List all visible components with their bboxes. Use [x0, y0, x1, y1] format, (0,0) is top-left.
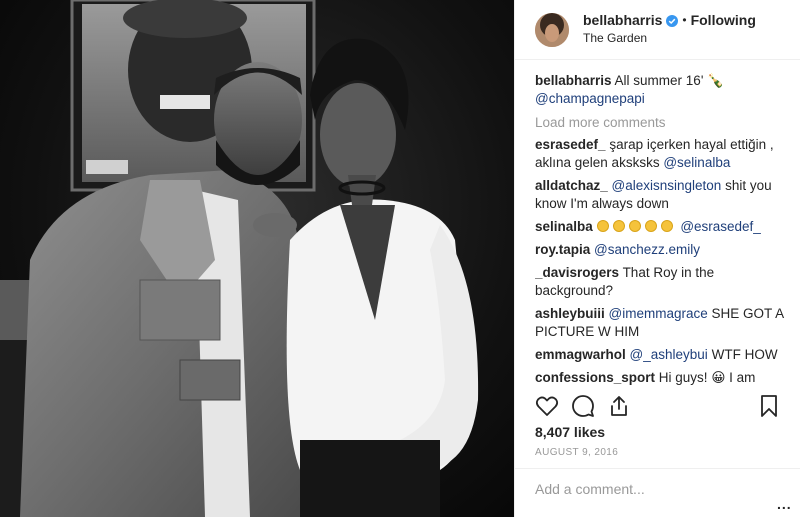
comment-username[interactable]: alldatchaz_ — [535, 178, 608, 193]
comment-item: confessions_sport Hi guys! 😀 I am going … — [535, 369, 790, 386]
comment-item: alldatchaz_ @alexisnsingleton shit you k… — [535, 177, 790, 213]
separator-dot: • — [682, 13, 687, 27]
comment-mention[interactable]: @sanchezz.emily — [594, 242, 700, 257]
comment-item: emmagwarhol @_ashleybui WTF HOW — [535, 346, 790, 364]
comment-mention[interactable]: @alexisnsingleton — [612, 178, 722, 193]
like-count[interactable]: 8,407 likes — [535, 424, 605, 440]
photo-illustration — [0, 0, 479, 517]
more-options-button[interactable]: ... — [777, 496, 792, 512]
post-window: bellabharris • Following The Garden bell… — [0, 0, 800, 517]
caption-username[interactable]: bellabharris — [535, 73, 612, 88]
comment-username[interactable]: confessions_sport — [535, 370, 655, 385]
post-side-panel: bellabharris • Following The Garden bell… — [514, 0, 800, 517]
emoji-row — [596, 219, 677, 234]
comments-list[interactable]: bellabharris All summer 16' 🍾 @champagne… — [535, 72, 790, 386]
comment-username[interactable]: emmagwarhol — [535, 347, 626, 362]
avatar[interactable] — [535, 12, 569, 47]
post-header: bellabharris • Following The Garden — [515, 0, 800, 60]
verified-badge-icon — [666, 14, 679, 27]
caption-text: All summer 16' 🍾 — [614, 73, 724, 88]
comment-mention[interactable]: @selinalba — [663, 155, 730, 170]
heart-icon[interactable] — [535, 394, 559, 418]
following-button[interactable]: Following — [691, 12, 756, 29]
load-more-comments-button[interactable]: Load more comments — [535, 114, 790, 132]
divider — [515, 468, 800, 469]
add-comment-input[interactable] — [535, 481, 745, 497]
comment-username[interactable]: _davisrogers — [535, 265, 619, 280]
bookmark-icon[interactable] — [757, 394, 781, 418]
avatar-image — [535, 12, 569, 47]
comment-item: _davisrogers That Roy in the background? — [535, 264, 790, 300]
comment-item: ashleybuiii @imemmagrace SHE GOT A PICTU… — [535, 305, 790, 341]
comment-mention[interactable]: @_ashleybui — [630, 347, 708, 362]
post-photo[interactable] — [0, 0, 514, 517]
caption-mention[interactable]: @champagnepapi — [535, 91, 645, 106]
comment-icon[interactable] — [571, 394, 595, 418]
comment-text: WTF HOW — [711, 347, 778, 362]
comment-item: roy.tapia @sanchezz.emily — [535, 241, 790, 259]
caption: bellabharris All summer 16' 🍾 @champagne… — [535, 72, 790, 108]
comment-item: esrasedef_ şarap içerken hayal ettiğin ,… — [535, 136, 790, 172]
comment-username[interactable]: ashleybuiii — [535, 306, 605, 321]
comment-mention[interactable]: @esrasedef_ — [680, 219, 761, 234]
comment-username[interactable]: selinalba — [535, 219, 593, 234]
post-date[interactable]: AUGUST 9, 2016 — [535, 447, 618, 458]
comment-username[interactable]: roy.tapia — [535, 242, 590, 257]
action-bar — [535, 394, 800, 420]
comment-item: selinalba @esrasedef_ — [535, 218, 790, 236]
share-icon[interactable] — [607, 394, 631, 418]
header-username[interactable]: bellabharris — [583, 12, 662, 29]
comment-mention[interactable]: @imemmagrace — [609, 306, 708, 321]
location-link[interactable]: The Garden — [583, 30, 756, 47]
comment-username[interactable]: esrasedef_ — [535, 137, 606, 152]
